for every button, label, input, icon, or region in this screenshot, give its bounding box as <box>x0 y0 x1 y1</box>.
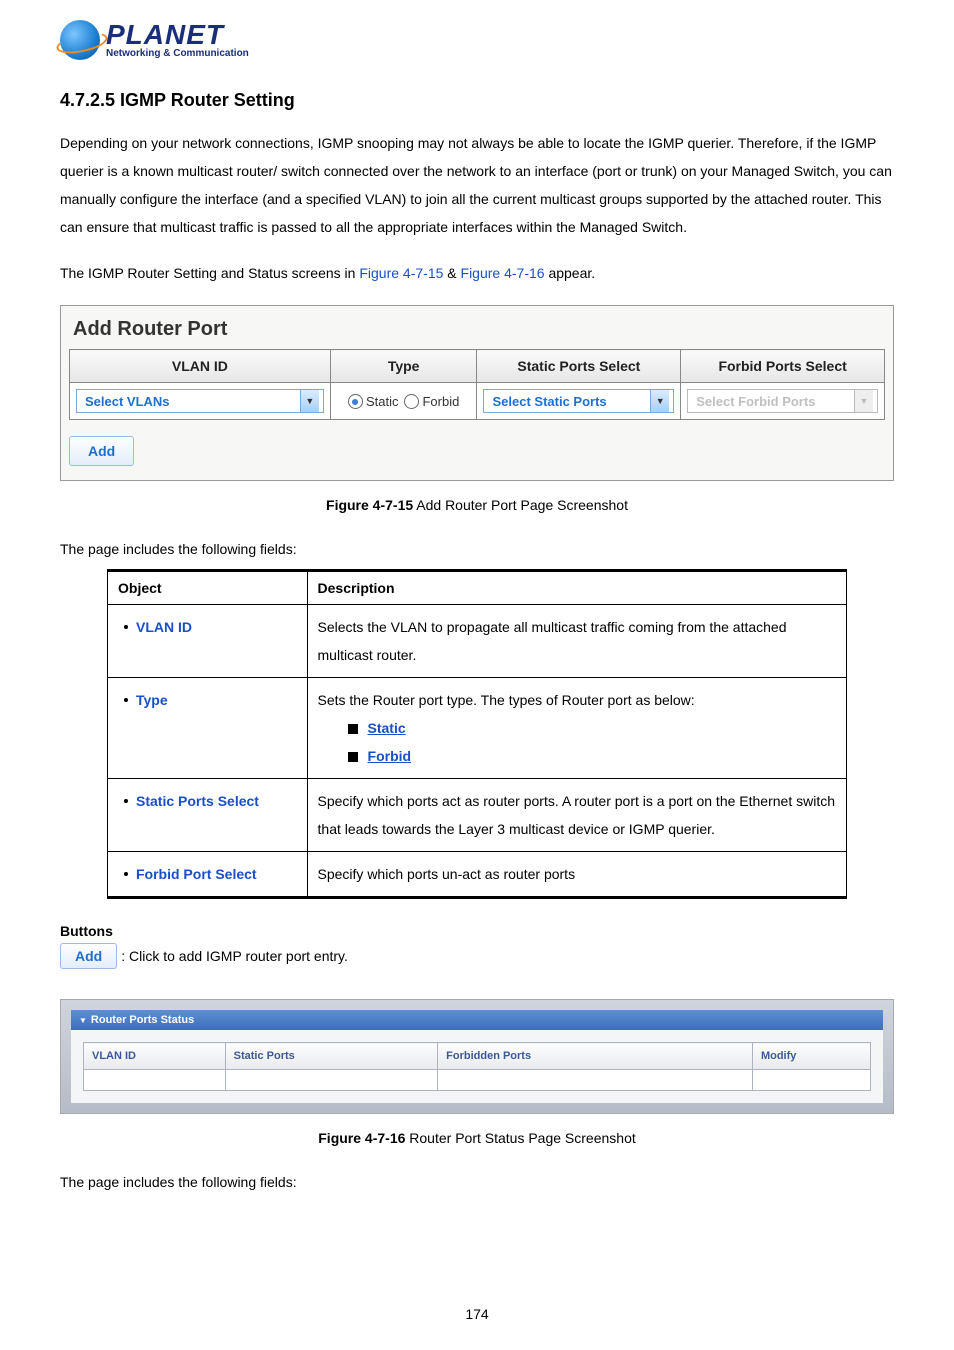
fields-intro: The page includes the following fields: <box>60 541 894 557</box>
figure-link-4-7-16[interactable]: Figure 4-7-16 <box>461 265 545 281</box>
add-button[interactable]: Add <box>69 436 134 466</box>
intro-paragraph: Depending on your network connections, I… <box>60 129 894 241</box>
desc-cell: Specify which ports un-act as router por… <box>307 852 846 898</box>
status-panel-title: Router Ports Status <box>91 1014 194 1026</box>
obj-cell: Forbid Port Select <box>108 852 308 898</box>
static-ports-dropdown[interactable]: Select Static Ports ▼ <box>483 389 674 413</box>
logo-tagline: Networking & Communication <box>106 49 249 59</box>
radio-static[interactable]: Static <box>348 394 399 409</box>
logo: PLANET Networking & Communication <box>60 20 894 60</box>
screenshot-router-ports-status: ▼ Router Ports Status VLAN ID Static Por… <box>60 999 894 1114</box>
vlan-dropdown[interactable]: Select VLANs ▼ <box>76 389 324 413</box>
forbid-ports-dropdown[interactable]: Select Forbid Ports ▼ <box>687 389 878 413</box>
square-bullet-icon <box>348 724 358 734</box>
page-number: 174 <box>0 1306 954 1322</box>
radio-forbid[interactable]: Forbid <box>404 394 459 409</box>
square-bullet-icon <box>348 752 358 762</box>
chevron-down-icon: ▼ <box>300 390 319 412</box>
status-panel-header[interactable]: ▼ Router Ports Status <box>71 1010 883 1030</box>
col-forbid-ports: Forbid Ports Select <box>681 350 885 383</box>
status-th-forbidden: Forbidden Ports <box>438 1043 753 1070</box>
th-description: Description <box>307 571 846 605</box>
status-empty-cell <box>225 1070 437 1091</box>
status-th-static: Static Ports <box>225 1043 437 1070</box>
intro-paragraph-2: The IGMP Router Setting and Status scree… <box>60 259 894 287</box>
obj-cell: VLAN ID <box>108 605 308 678</box>
section-heading: 4.7.2.5 IGMP Router Setting <box>60 90 894 111</box>
desc-cell: Sets the Router port type. The types of … <box>307 678 846 779</box>
buttons-heading: Buttons <box>60 923 894 939</box>
desc-cell: Selects the VLAN to propagate all multic… <box>307 605 846 678</box>
desc-cell: Specify which ports act as router ports.… <box>307 779 846 852</box>
button-description-row: Add : Click to add IGMP router port entr… <box>60 943 894 969</box>
obj-cell: Type <box>108 678 308 779</box>
status-empty-cell <box>752 1070 870 1091</box>
logo-brand: PLANET <box>106 21 249 49</box>
status-th-vlan: VLAN ID <box>84 1043 226 1070</box>
figure-link-4-7-15[interactable]: Figure 4-7-15 <box>359 265 443 281</box>
col-type: Type <box>330 350 477 383</box>
radio-dot-icon <box>348 394 363 409</box>
col-static-ports: Static Ports Select <box>477 350 681 383</box>
chevron-down-icon: ▼ <box>854 390 873 412</box>
type-radio-group: Static Forbid <box>348 394 459 409</box>
status-empty-cell <box>84 1070 226 1091</box>
collapse-triangle-icon: ▼ <box>79 1016 87 1025</box>
col-vlan-id: VLAN ID <box>70 350 331 383</box>
screenshot-add-router-port: Add Router Port VLAN ID Type Static Port… <box>60 305 894 481</box>
fields-intro-2: The page includes the following fields: <box>60 1174 894 1190</box>
chevron-down-icon: ▼ <box>650 390 669 412</box>
figure-caption-1: Figure 4-7-15 Add Router Port Page Scree… <box>60 497 894 513</box>
panel-title: Add Router Port <box>69 314 885 349</box>
obj-cell: Static Ports Select <box>108 779 308 852</box>
add-button-sample[interactable]: Add <box>60 943 117 969</box>
add-button-desc: : Click to add IGMP router port entry. <box>121 948 348 964</box>
figure-caption-2: Figure 4-7-16 Router Port Status Page Sc… <box>60 1130 894 1146</box>
radio-dot-icon <box>404 394 419 409</box>
th-object: Object <box>108 571 308 605</box>
logo-globe-icon <box>60 20 100 60</box>
status-table: VLAN ID Static Ports Forbidden Ports Mod… <box>83 1042 871 1091</box>
status-empty-cell <box>438 1070 753 1091</box>
fields-table: Object Description VLAN ID Selects the V… <box>107 569 847 899</box>
status-th-modify: Modify <box>752 1043 870 1070</box>
